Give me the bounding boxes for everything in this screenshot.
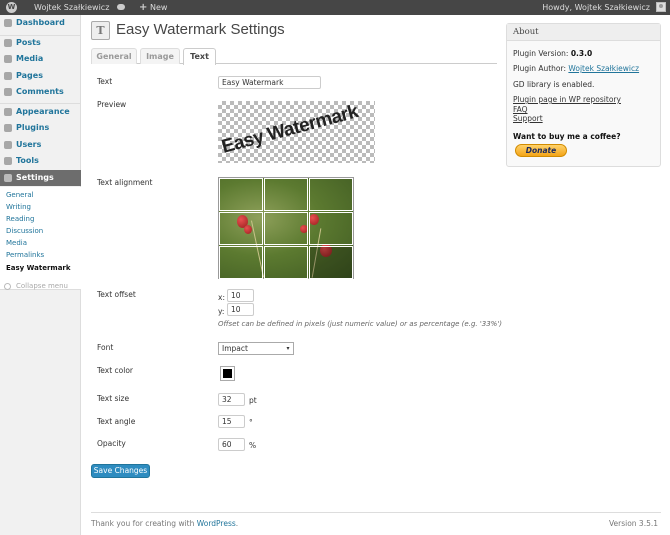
collapse-icon[interactable] xyxy=(4,283,11,290)
admin-bar: Wojtek Szałkiewicz + New Howdy, Wojtek S… xyxy=(0,0,670,15)
align-bottom-right[interactable] xyxy=(309,246,353,279)
chevron-down-icon: ▾ xyxy=(286,345,290,352)
donate-button[interactable]: Donate xyxy=(515,144,567,157)
alignment-label: Text alignment xyxy=(97,178,153,187)
wordpress-logo-icon[interactable] xyxy=(6,2,17,13)
offset-x-label: x: xyxy=(218,293,225,302)
plus-icon[interactable]: + xyxy=(139,0,147,15)
color-picker-swatch[interactable] xyxy=(220,366,235,381)
text-label: Text xyxy=(97,77,113,86)
text-size-input[interactable]: 32 xyxy=(218,393,245,406)
preview-text: Easy Watermark xyxy=(219,101,361,158)
settings-icon xyxy=(4,174,12,182)
support-link[interactable]: Support xyxy=(513,114,543,123)
text-angle-input[interactable]: 15 xyxy=(218,415,245,428)
watermark-text-input[interactable]: Easy Watermark xyxy=(218,76,321,89)
sidebar-item-media[interactable]: Media xyxy=(0,51,81,67)
media-icon xyxy=(4,55,12,63)
sidebar-item-dashboard[interactable]: Dashboard xyxy=(0,15,81,31)
plugin-version: Plugin Version: 0.3.0 xyxy=(513,49,593,58)
color-swatch-fill xyxy=(223,369,232,378)
font-select[interactable]: Impact ▾ xyxy=(218,342,294,355)
new-content-link[interactable]: New xyxy=(150,0,167,15)
sidebar-item-tools[interactable]: Tools xyxy=(0,153,81,169)
settings-submenu: General Writing Reading Discussion Media… xyxy=(0,187,81,290)
plugins-icon xyxy=(4,124,12,132)
coffee-prompt: Want to buy me a coffee? xyxy=(513,132,621,141)
tools-icon xyxy=(4,157,12,165)
align-middle-center[interactable] xyxy=(264,212,308,245)
align-middle-right[interactable] xyxy=(309,212,353,245)
font-label: Font xyxy=(97,343,114,352)
sidebar-item-appearance[interactable]: Appearance xyxy=(0,104,81,120)
site-name-link[interactable]: Wojtek Szałkiewicz xyxy=(34,0,109,15)
submenu-item-media[interactable]: Media xyxy=(6,239,27,247)
angle-unit: ° xyxy=(249,418,253,427)
sidebar-item-posts[interactable]: Posts xyxy=(0,35,81,51)
footer-divider xyxy=(91,512,661,513)
angle-label: Text angle xyxy=(97,417,136,426)
submenu-item-discussion[interactable]: Discussion xyxy=(6,227,43,235)
offset-label: Text offset xyxy=(97,290,136,299)
size-unit: pt xyxy=(249,396,257,405)
dashboard-icon xyxy=(4,19,12,27)
opacity-label: Opacity xyxy=(97,439,126,448)
pin-icon xyxy=(4,39,12,47)
appearance-icon xyxy=(4,108,12,116)
about-box: About Plugin Version: 0.3.0 Plugin Autho… xyxy=(506,23,661,167)
faq-link[interactable]: FAQ xyxy=(513,105,528,114)
submenu-item-easy-watermark[interactable]: Easy Watermark xyxy=(6,264,71,272)
watermark-preview: Easy Watermark xyxy=(218,101,375,163)
submenu-item-permalinks[interactable]: Permalinks xyxy=(6,251,44,259)
save-changes-button[interactable]: Save Changes xyxy=(91,464,150,478)
sidebar-item-comments[interactable]: Comments xyxy=(0,84,81,100)
admin-sidebar: Dashboard Posts Media Pages Comments App… xyxy=(0,15,81,535)
opacity-unit: % xyxy=(249,441,257,450)
sidebar-item-plugins[interactable]: Plugins xyxy=(0,120,81,136)
users-icon xyxy=(4,141,12,149)
align-top-center[interactable] xyxy=(264,178,308,211)
submenu-item-writing[interactable]: Writing xyxy=(6,203,31,211)
tab-image[interactable]: Image xyxy=(140,48,180,64)
submenu-item-reading[interactable]: Reading xyxy=(6,215,34,223)
offset-hint: Offset can be defined in pixels (just nu… xyxy=(218,320,502,328)
comments-icon xyxy=(4,88,12,96)
author-link[interactable]: Wojtek Szałkiewicz xyxy=(568,64,639,73)
alignment-grid xyxy=(218,177,354,279)
tab-text[interactable]: Text xyxy=(183,48,216,65)
offset-y-label: y: xyxy=(218,307,225,316)
avatar[interactable] xyxy=(656,2,666,12)
align-bottom-left[interactable] xyxy=(219,246,263,279)
collapse-menu-link[interactable]: Collapse menu xyxy=(16,282,68,290)
settings-page-icon: T xyxy=(91,21,110,40)
preview-label: Preview xyxy=(97,100,127,109)
offset-y-input[interactable]: 10 xyxy=(227,303,254,316)
align-bottom-center[interactable] xyxy=(264,246,308,279)
gd-status: GD library is enabled. xyxy=(513,80,595,89)
offset-x-input[interactable]: 10 xyxy=(227,289,254,302)
opacity-input[interactable]: 60 xyxy=(218,438,245,451)
align-middle-left[interactable] xyxy=(219,212,263,245)
tab-general[interactable]: General xyxy=(91,48,137,64)
align-top-left[interactable] xyxy=(219,178,263,211)
sidebar-item-pages[interactable]: Pages xyxy=(0,68,81,84)
size-label: Text size xyxy=(97,394,130,403)
page-title: Easy Watermark Settings xyxy=(116,21,285,38)
user-greeting[interactable]: Howdy, Wojtek Szałkiewicz xyxy=(542,0,650,15)
footer-thanks: Thank you for creating with WordPress. xyxy=(91,519,239,528)
color-label: Text color xyxy=(97,366,134,375)
footer-version: Version 3.5.1 xyxy=(608,519,658,528)
pages-icon xyxy=(4,72,12,80)
plugin-author: Plugin Author: Wojtek Szałkiewicz xyxy=(513,64,640,73)
align-top-right[interactable] xyxy=(309,178,353,211)
about-title: About xyxy=(507,24,660,41)
plugin-repo-link[interactable]: Plugin page in WP repository xyxy=(513,95,621,104)
wordpress-link[interactable]: WordPress xyxy=(197,519,236,528)
sidebar-item-users[interactable]: Users xyxy=(0,137,81,153)
submenu-item-general[interactable]: General xyxy=(6,191,34,199)
font-selected-value: Impact xyxy=(222,344,248,353)
sidebar-item-settings[interactable]: Settings xyxy=(0,170,81,186)
comments-icon[interactable] xyxy=(117,4,125,10)
